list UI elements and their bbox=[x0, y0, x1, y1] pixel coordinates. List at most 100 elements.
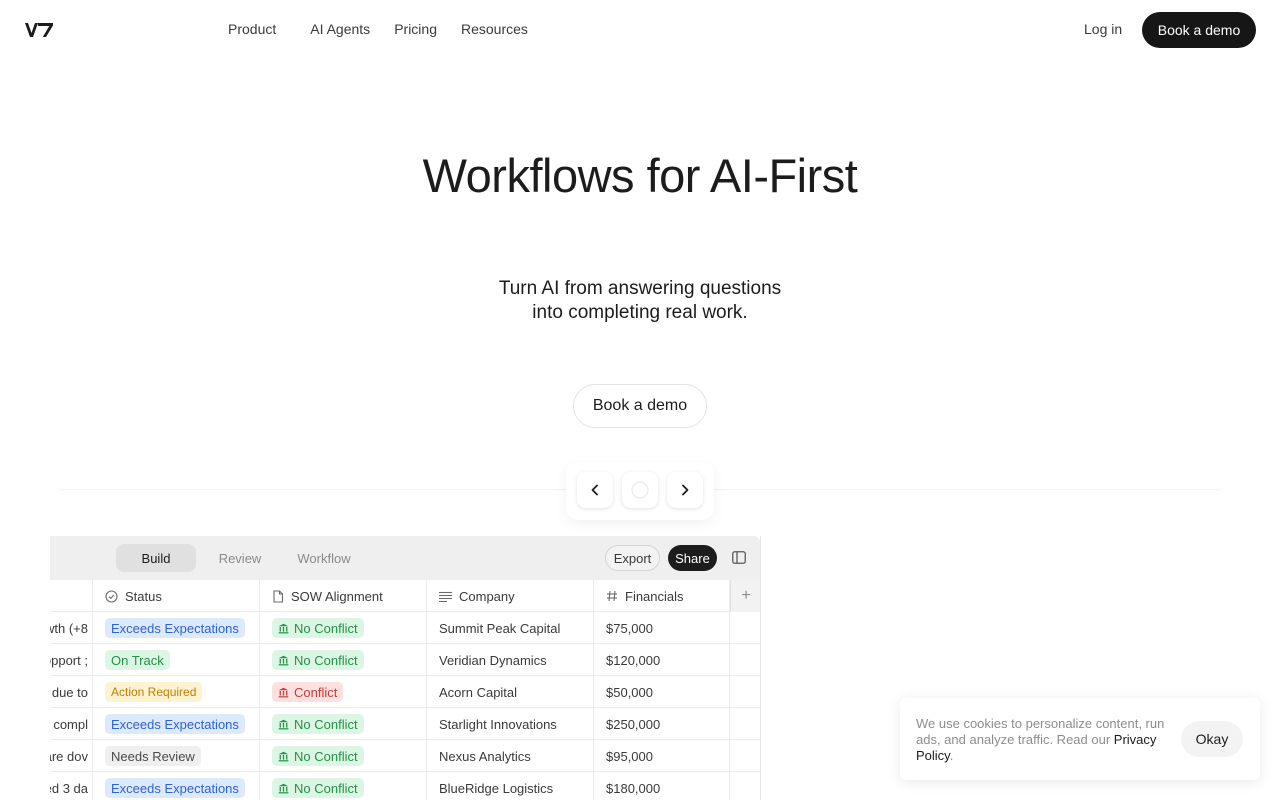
sow-badge: No Conflict bbox=[272, 746, 364, 766]
truncated-text: are dov bbox=[50, 748, 88, 764]
financials-cell[interactable]: $120,000 bbox=[594, 644, 730, 676]
company-cell[interactable]: Summit Peak Capital bbox=[427, 612, 594, 644]
status-cell[interactable]: Exceeds Expectations bbox=[93, 772, 260, 800]
export-button[interactable]: Export bbox=[605, 545, 660, 571]
truncated-cell[interactable]: wth (+8 bbox=[50, 612, 93, 644]
header-financials[interactable]: Financials bbox=[594, 580, 730, 612]
table-row[interactable]: nt compl Exceeds Expectations No Conflict S… bbox=[50, 708, 760, 740]
tab-review[interactable]: Review bbox=[210, 544, 270, 572]
status-cell[interactable]: Needs Review bbox=[93, 740, 260, 772]
bank-icon bbox=[278, 623, 289, 633]
sow-badge-label: No Conflict bbox=[294, 652, 358, 668]
cookie-okay-button[interactable]: Okay bbox=[1181, 721, 1243, 757]
empty-cell bbox=[730, 740, 760, 772]
nav-link-pricing[interactable]: Pricing bbox=[394, 21, 437, 37]
nav-link-resources[interactable]: Resources bbox=[461, 21, 528, 37]
carousel-next-button[interactable] bbox=[667, 472, 703, 508]
financials-cell[interactable]: $75,000 bbox=[594, 612, 730, 644]
sow-badge: Conflict bbox=[272, 682, 344, 702]
truncated-text: l due to bbox=[50, 684, 88, 700]
sow-cell[interactable]: Conflict bbox=[260, 676, 427, 708]
financials-cell[interactable]: $180,000 bbox=[594, 772, 730, 800]
bank-icon bbox=[278, 719, 289, 729]
company-cell[interactable]: Acorn Capital bbox=[427, 676, 594, 708]
financials-cell[interactable]: $250,000 bbox=[594, 708, 730, 740]
financials-cell[interactable]: $50,000 bbox=[594, 676, 730, 708]
text-lines-icon bbox=[439, 591, 452, 602]
sidebar-toggle-icon[interactable] bbox=[732, 551, 746, 564]
hero-subtitle-line-1: Turn AI from answering questions bbox=[498, 278, 782, 299]
hash-icon bbox=[607, 590, 617, 602]
book-demo-hero-button[interactable]: Book a demo bbox=[573, 384, 707, 428]
table-header: Status SOW Alignment Company Financials … bbox=[50, 580, 760, 612]
sow-cell[interactable]: No Conflict bbox=[260, 612, 427, 644]
hero-subtitle-line-2: into completing real work. bbox=[532, 302, 748, 323]
financials-cell[interactable]: $95,000 bbox=[594, 740, 730, 772]
company-cell[interactable]: BlueRidge Logistics bbox=[427, 772, 594, 800]
status-cell[interactable]: Action Required bbox=[93, 676, 260, 708]
bank-icon bbox=[278, 655, 289, 665]
table-row[interactable]: wth (+8 Exceeds Expectations No Conflict Su… bbox=[50, 612, 760, 644]
table-row[interactable]: are dov Needs Review No Conflict Nexus Anal… bbox=[50, 740, 760, 772]
table-row[interactable]: ed 3 da Exceeds Expectations No Conflict Bl… bbox=[50, 772, 760, 800]
book-demo-nav-button[interactable]: Book a demo bbox=[1142, 12, 1256, 48]
header-sow-alignment[interactable]: SOW Alignment bbox=[260, 580, 427, 612]
bank-icon bbox=[278, 687, 289, 697]
company-cell[interactable]: Nexus Analytics bbox=[427, 740, 594, 772]
status-cell[interactable]: Exceeds Expectations bbox=[93, 708, 260, 740]
bank-icon bbox=[278, 751, 289, 761]
status-badge: Needs Review bbox=[105, 746, 201, 766]
status-cell[interactable]: On Track bbox=[93, 644, 260, 676]
tab-build[interactable]: Build bbox=[116, 544, 196, 572]
sow-cell[interactable]: No Conflict bbox=[260, 740, 427, 772]
status-cell[interactable]: Exceeds Expectations bbox=[93, 612, 260, 644]
header-cell-truncated bbox=[50, 580, 93, 612]
sow-badge: No Conflict bbox=[272, 618, 364, 638]
hero-subtitle: Turn AI from answering questions into co… bbox=[0, 277, 1280, 325]
sow-cell[interactable]: No Conflict bbox=[260, 708, 427, 740]
v7-logo[interactable] bbox=[24, 20, 56, 40]
truncated-cell[interactable]: l due to bbox=[50, 676, 93, 708]
carousel-prev-button[interactable] bbox=[577, 472, 613, 508]
header-sow-label: SOW Alignment bbox=[291, 588, 383, 604]
company-cell[interactable]: Veridian Dynamics bbox=[427, 644, 594, 676]
document-icon bbox=[273, 589, 284, 603]
check-circle-icon bbox=[105, 589, 118, 603]
carousel-indicator[interactable] bbox=[622, 472, 658, 508]
status-badge: Exceeds Expectations bbox=[105, 618, 245, 638]
circle-icon bbox=[631, 481, 649, 499]
tab-workflow[interactable]: Workflow bbox=[286, 544, 362, 572]
bank-icon bbox=[278, 783, 289, 793]
header-status[interactable]: Status bbox=[93, 580, 260, 612]
share-button[interactable]: Share bbox=[668, 545, 717, 571]
table-row[interactable]: ; opport On Track No Conflict Veridian Dyna… bbox=[50, 644, 760, 676]
nav-link-product[interactable]: Product bbox=[228, 21, 276, 37]
login-link[interactable]: Log in bbox=[1084, 21, 1122, 37]
status-badge: On Track bbox=[105, 650, 170, 670]
empty-cell bbox=[730, 708, 760, 740]
header-company[interactable]: Company bbox=[427, 580, 594, 612]
status-badge: Action Required bbox=[105, 682, 203, 702]
sow-badge-label: No Conflict bbox=[294, 748, 358, 764]
truncated-text: ; opport bbox=[50, 652, 88, 668]
status-badge: Exceeds Expectations bbox=[105, 714, 245, 734]
carousel-controls bbox=[566, 462, 714, 520]
sow-badge-label: No Conflict bbox=[294, 716, 358, 732]
truncated-cell[interactable]: ed 3 da bbox=[50, 772, 93, 800]
sow-badge-label: No Conflict bbox=[294, 620, 358, 636]
truncated-cell[interactable]: nt compl bbox=[50, 708, 93, 740]
add-column-button[interactable]: + bbox=[730, 580, 760, 612]
sow-badge: No Conflict bbox=[272, 778, 364, 798]
sow-cell[interactable]: No Conflict bbox=[260, 644, 427, 676]
cookie-message: We use cookies to personalize content, r… bbox=[916, 716, 1166, 764]
header-status-label: Status bbox=[125, 588, 162, 604]
header-company-label: Company bbox=[459, 588, 515, 604]
table-row[interactable]: l due to Action Required Conflict Acorn Cap… bbox=[50, 676, 760, 708]
truncated-cell[interactable]: are dov bbox=[50, 740, 93, 772]
empty-cell bbox=[730, 612, 760, 644]
nav-link-ai-agents[interactable]: AI Agents bbox=[310, 21, 370, 37]
sow-cell[interactable]: No Conflict bbox=[260, 772, 427, 800]
sow-badge-label: No Conflict bbox=[294, 780, 358, 796]
company-cell[interactable]: Starlight Innovations bbox=[427, 708, 594, 740]
truncated-cell[interactable]: ; opport bbox=[50, 644, 93, 676]
